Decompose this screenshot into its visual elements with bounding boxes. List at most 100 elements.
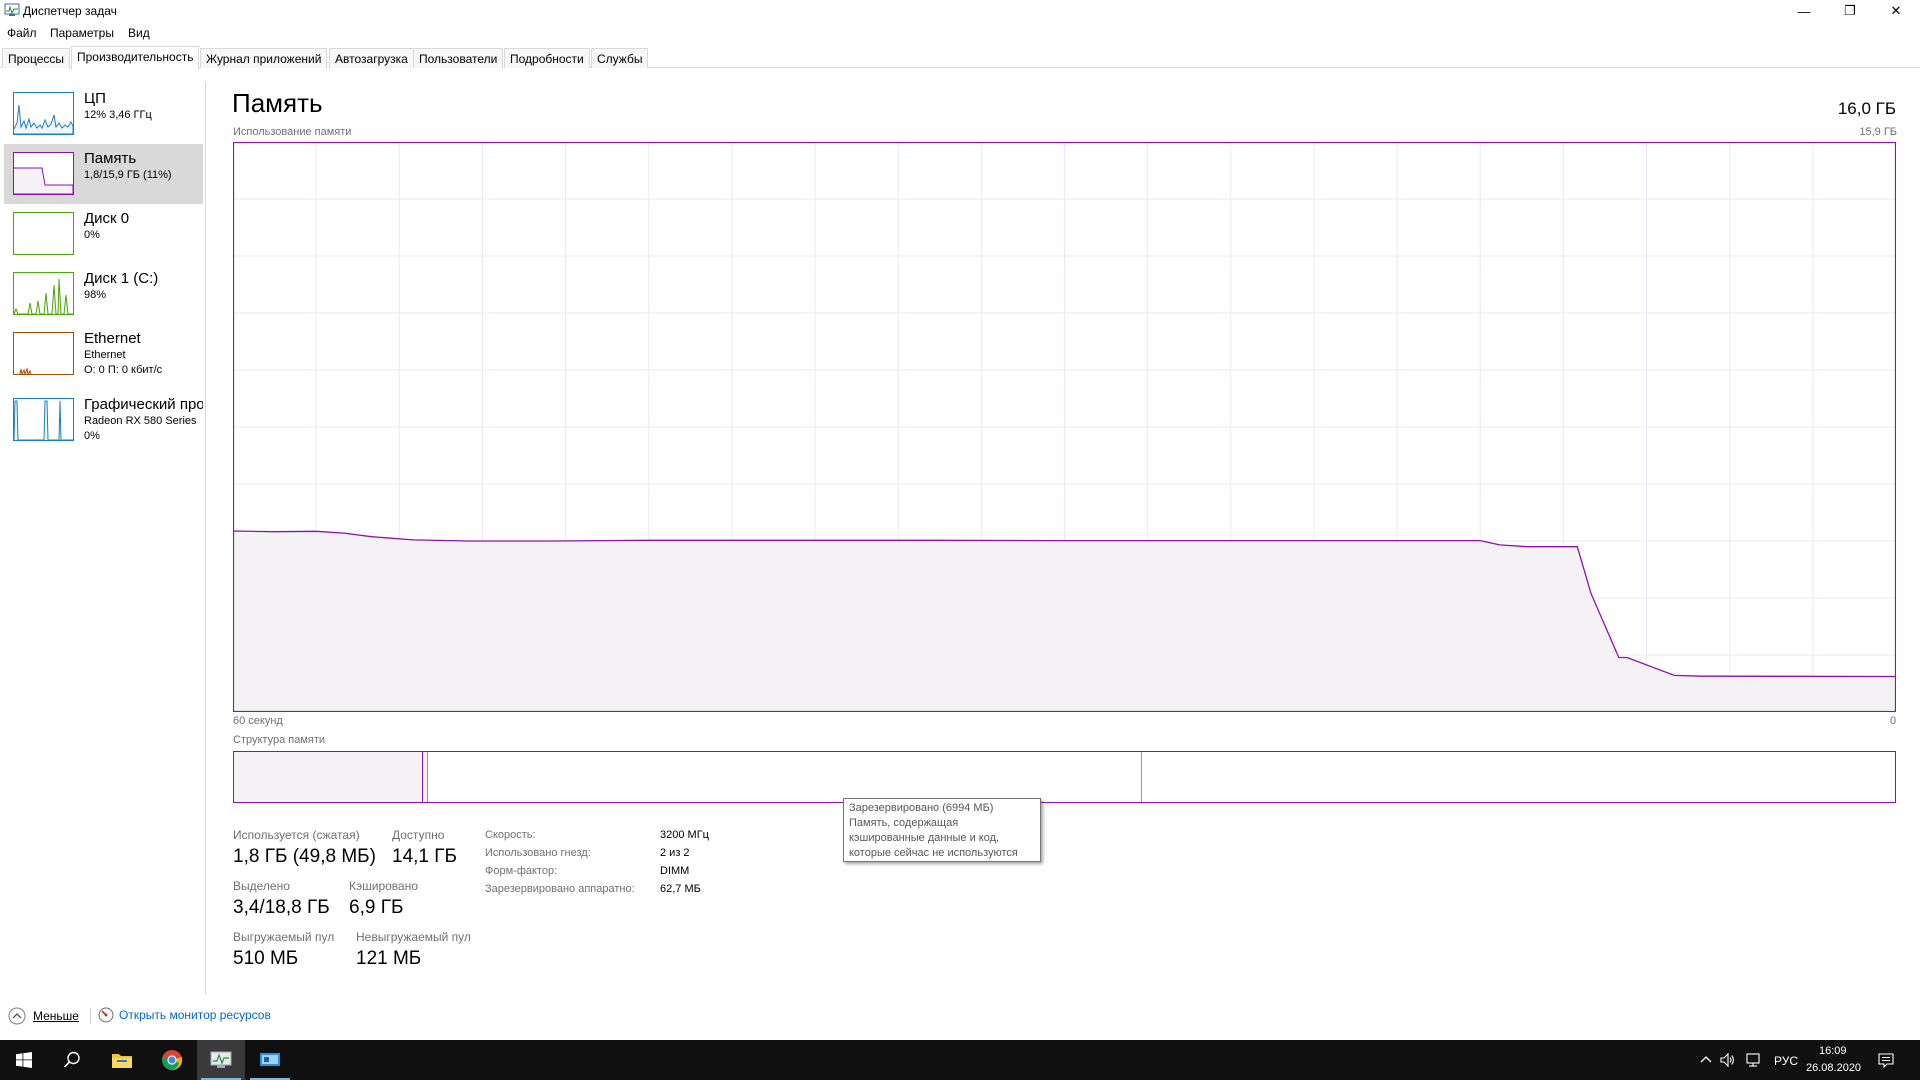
committed-value: 3,4/18,8 ГБ xyxy=(233,897,330,918)
sidebar-item-subtitle: 98% xyxy=(84,289,107,301)
volume-icon[interactable] xyxy=(1720,1052,1736,1068)
speed-label: Скорость: xyxy=(485,829,536,841)
taskbar: РУС 16:09 26.08.2020 xyxy=(0,1040,1920,1080)
tab-performance[interactable]: Производительность xyxy=(71,46,200,69)
usage-max-label: 15,9 ГБ xyxy=(1859,126,1897,138)
open-resource-monitor-link[interactable]: Открыть монитор ресурсов xyxy=(98,1007,271,1023)
file-explorer-icon[interactable] xyxy=(98,1040,146,1080)
sidebar-item-title: Ethernet xyxy=(84,330,141,347)
fewer-details-button[interactable]: Меньше xyxy=(8,1007,79,1025)
language-indicator[interactable]: РУС xyxy=(1774,1054,1798,1068)
total-memory: 16,0 ГБ xyxy=(1837,99,1896,118)
window-title: Диспетчер задач xyxy=(23,4,117,18)
structure-in-use-segment[interactable] xyxy=(234,752,422,802)
sidebar-item-disk-0[interactable]: Диск 0 0% xyxy=(4,204,203,264)
slots-label: Использовано гнезд: xyxy=(485,847,591,859)
footer: Меньше Открыть монитор ресурсов xyxy=(0,1004,400,1028)
sidebar-item-ethernet[interactable]: Ethernet Ethernet О: 0 П: 0 кбит/с xyxy=(4,324,203,384)
network-icon[interactable] xyxy=(1745,1052,1763,1068)
sidebar-item-subtitle: 12% 3,46 ГГц xyxy=(84,109,152,121)
available-label: Доступно xyxy=(392,828,445,842)
sidebar-item-gpu[interactable]: Графический процессор 0 Radeon RX 580 Se… xyxy=(4,390,203,450)
performance-sidebar: ЦП 12% 3,46 ГГц Память 1,8/15,9 ГБ (11%)… xyxy=(0,82,206,994)
nonpaged-pool-value: 121 МБ xyxy=(356,948,422,969)
tab-details[interactable]: Подробности xyxy=(504,48,590,68)
structure-free-segment[interactable] xyxy=(1140,752,1895,802)
tab-processes[interactable]: Процессы xyxy=(2,48,71,68)
hw-reserved-label: Зарезервировано аппаратно: xyxy=(485,883,635,895)
memory-usage-chart xyxy=(233,142,1896,712)
footer-divider xyxy=(90,1008,91,1024)
title-bar: Диспетчер задач — ❐ ✕ xyxy=(0,0,1920,22)
cached-value: 6,9 ГБ xyxy=(349,897,404,918)
sidebar-item-title: Графический процессор 0 xyxy=(84,396,203,413)
time-axis-right: 0 xyxy=(1890,715,1897,727)
tab-users[interactable]: Пользователи xyxy=(413,48,504,68)
slots-value: 2 из 2 xyxy=(660,847,690,859)
restore-button[interactable]: ❐ xyxy=(1827,0,1873,22)
cpu-thumbnail xyxy=(13,92,74,135)
structure-standby-segment[interactable] xyxy=(426,752,1141,802)
in-use-label: Используется (сжатая) xyxy=(233,828,360,842)
tooltip: Зарезервировано (6994 МБ) Память, содерж… xyxy=(843,798,1041,862)
hw-reserved-value: 62,7 МБ xyxy=(660,883,701,895)
sidebar-item-subtitle: 0% xyxy=(84,430,100,442)
sidebar-item-subtitle: Radeon RX 580 Series xyxy=(84,415,197,427)
sidebar-item-subtitle: Ethernet xyxy=(84,349,126,361)
tooltip-line: Зарезервировано (6994 МБ) xyxy=(849,802,994,814)
menu-view[interactable]: Вид xyxy=(128,26,150,40)
committed-label: Выделено xyxy=(233,879,290,893)
chrome-icon[interactable] xyxy=(148,1040,196,1080)
tooltip-line: Память, содержащая xyxy=(849,817,959,829)
sidebar-item-cpu[interactable]: ЦП 12% 3,46 ГГц xyxy=(4,84,203,144)
task-manager-app-icon xyxy=(4,3,20,16)
sidebar-item-memory[interactable]: Память 1,8/15,9 ГБ (11%) xyxy=(4,144,203,204)
task-manager-icon[interactable] xyxy=(197,1040,245,1080)
tooltip-line: кэшированные данные и код, xyxy=(849,832,1000,844)
clock-time[interactable]: 16:09 xyxy=(1819,1045,1847,1057)
nonpaged-pool-label: Невыгружаемый пул xyxy=(356,930,471,944)
in-use-value: 1,8 ГБ (49,8 МБ) xyxy=(233,846,376,867)
windows-start-icon[interactable] xyxy=(0,1040,48,1080)
minimize-icon: — xyxy=(1797,3,1811,19)
gpu-thumbnail xyxy=(13,398,74,441)
sidebar-item-subtitle: 1,8/15,9 ГБ (11%) xyxy=(84,169,172,181)
tab-bar: Процессы Производительность Журнал прило… xyxy=(0,46,1920,69)
chevron-up-icon xyxy=(8,1007,26,1025)
chevron-up-icon[interactable] xyxy=(1700,1054,1712,1064)
available-value: 14,1 ГБ xyxy=(392,846,458,867)
usage-label: Использование памяти xyxy=(233,126,352,138)
page-title: Память xyxy=(232,88,323,118)
open-resource-monitor-label: Открыть монитор ресурсов xyxy=(119,1008,271,1022)
notifications-icon[interactable] xyxy=(1878,1052,1894,1068)
tooltip-line: которые сейчас не используются xyxy=(849,847,1018,859)
sidebar-item-title: Диск 0 xyxy=(84,210,130,227)
disk-thumbnail xyxy=(13,212,74,255)
menu-options[interactable]: Параметры xyxy=(50,26,114,40)
clock-date[interactable]: 26.08.2020 xyxy=(1806,1062,1861,1074)
sidebar-item-title: Диск 1 (C:) xyxy=(84,270,159,287)
minimize-button[interactable]: — xyxy=(1781,0,1827,22)
time-axis-left: 60 секунд xyxy=(233,715,283,727)
sidebar-item-subtitle: О: 0 П: 0 кбит/с xyxy=(84,364,163,376)
tab-startup[interactable]: Автозагрузка xyxy=(329,48,414,68)
close-button[interactable]: ✕ xyxy=(1873,0,1919,22)
tab-services[interactable]: Службы xyxy=(591,48,649,68)
remote-desktop-icon[interactable] xyxy=(246,1040,294,1080)
memory-structure-bar xyxy=(233,751,1896,803)
menu-file[interactable]: Файл xyxy=(7,26,37,40)
memory-thumbnail xyxy=(13,152,74,195)
speed-value: 3200 МГц xyxy=(660,829,709,841)
restore-icon: ❐ xyxy=(1844,3,1856,18)
tab-app-history[interactable]: Журнал приложений xyxy=(200,48,328,68)
search-icon[interactable] xyxy=(48,1040,96,1080)
resource-monitor-icon xyxy=(98,1007,114,1023)
cached-label: Кэшировано xyxy=(349,879,419,893)
sidebar-item-title: Память xyxy=(84,150,137,167)
paged-pool-label: Выгружаемый пул xyxy=(233,930,335,944)
sidebar-item-disk-1[interactable]: Диск 1 (C:) 98% xyxy=(4,264,203,324)
sidebar-item-subtitle: 0% xyxy=(84,229,100,241)
fewer-details-label: Меньше xyxy=(33,1009,79,1023)
sidebar-item-title: ЦП xyxy=(84,90,106,107)
close-icon: ✕ xyxy=(1890,3,1902,18)
